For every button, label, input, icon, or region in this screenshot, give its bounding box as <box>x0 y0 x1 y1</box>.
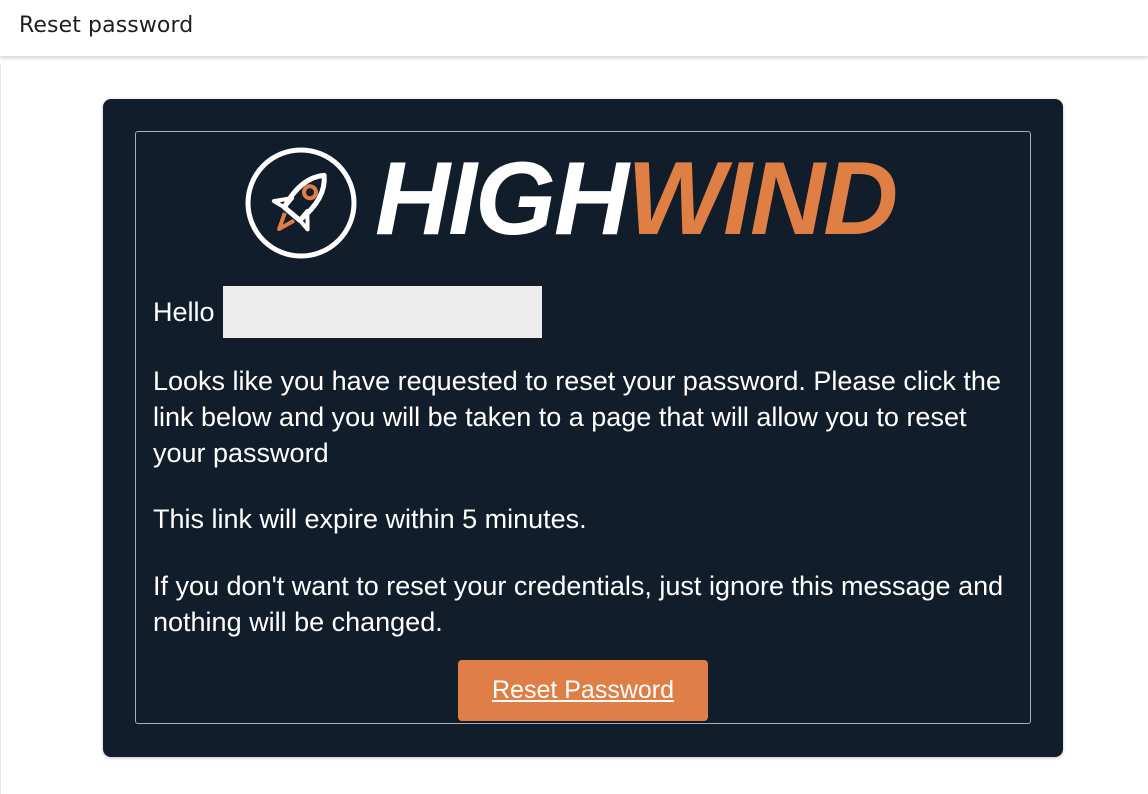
window-title: Reset password <box>19 13 194 38</box>
ignore-paragraph: If you don't want to reset your credenti… <box>153 571 1004 637</box>
highwind-logo: HIGHWIND <box>243 142 933 259</box>
request-paragraph: Looks like you have requested to reset y… <box>153 366 1001 468</box>
redacted-username <box>222 286 542 338</box>
email-card: HIGHWIND Hello Looks like you have reque… <box>103 99 1063 757</box>
greeting-row: Hello <box>153 285 542 339</box>
logo-wordmark: HIGHWIND <box>375 141 898 257</box>
expiry-paragraph: This link will expire within 5 minutes. <box>153 504 587 534</box>
email-frame: HIGHWIND Hello Looks like you have reque… <box>135 131 1031 724</box>
logo-word-high: HIGH <box>375 141 629 257</box>
reset-password-button[interactable]: Reset Password <box>458 660 708 721</box>
logo-word-wind: WIND <box>627 141 898 257</box>
title-bar: Reset password <box>0 0 1148 56</box>
rocket-icon <box>245 147 357 259</box>
greeting-text: Hello <box>153 296 215 327</box>
